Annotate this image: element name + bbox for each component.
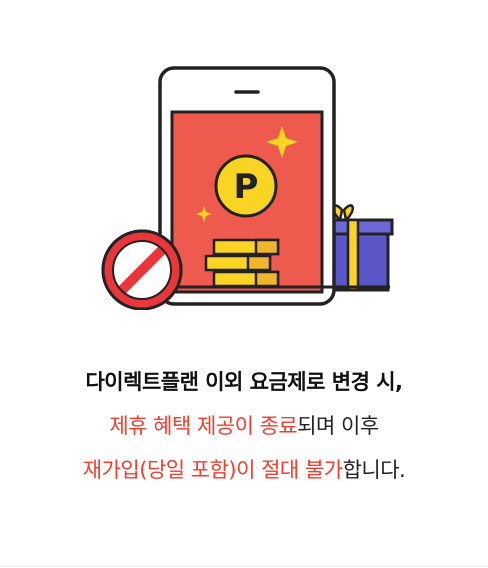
coin-stack-icon — [204, 238, 280, 288]
notice-line-3: 재가입(당일 포함)이 절대 불가합니다. — [0, 448, 488, 492]
coin-icon: P — [214, 154, 278, 218]
line-2-suffix: 되며 이후 — [297, 414, 379, 438]
notice-headline: 다이렉트플랜 이외 요금제로 변경 시, — [85, 370, 403, 394]
line-3-suffix: 합니다. — [342, 458, 406, 482]
benefit-end-text: 제휴 혜택 제공이 종료 — [109, 414, 298, 438]
coin-letter: P — [234, 167, 259, 207]
benefit-illustration: P — [90, 60, 400, 311]
rejoin-restriction-text: 재가입(당일 포함)이 절대 불가 — [82, 458, 343, 482]
notice-message: 다이렉트플랜 이외 요금제로 변경 시, 제휴 혜택 제공이 종료되며 이후 재… — [0, 360, 488, 492]
illustration-svg: P — [101, 66, 394, 311]
notice-line-2: 제휴 혜택 제공이 종료되며 이후 — [0, 404, 488, 448]
prohibited-icon — [101, 229, 183, 311]
notice-card: P 다이렉트플랜 이외 요금제로 변경 시, 제휴 혜택 제공이 종료되며 이후… — [0, 0, 488, 567]
